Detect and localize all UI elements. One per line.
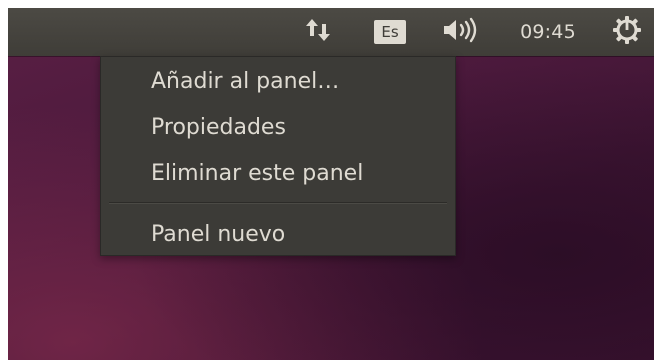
menu-separator bbox=[109, 202, 447, 204]
panel-context-menu: Añadir al panel… Propiedades Eliminar es… bbox=[100, 56, 456, 256]
session-indicator[interactable] bbox=[606, 8, 648, 56]
keyboard-layout-indicator[interactable]: Es bbox=[372, 8, 408, 56]
menu-item-delete-panel[interactable]: Eliminar este panel bbox=[101, 151, 455, 195]
sound-indicator[interactable] bbox=[436, 8, 486, 56]
menu-item-properties[interactable]: Propiedades bbox=[101, 105, 455, 149]
network-indicator[interactable] bbox=[298, 8, 338, 56]
network-updown-icon bbox=[304, 16, 332, 48]
clock-time: 09:45 bbox=[520, 21, 576, 43]
clock-indicator[interactable]: 09:45 bbox=[506, 8, 590, 56]
power-gear-icon bbox=[612, 15, 642, 49]
top-panel[interactable]: Es 09:45 bbox=[8, 8, 654, 56]
menu-item-add-to-panel[interactable]: Añadir al panel… bbox=[101, 59, 455, 103]
volume-icon bbox=[440, 16, 482, 48]
menu-item-new-panel[interactable]: Panel nuevo bbox=[101, 212, 455, 256]
desktop: Es 09:45 Añadir al panel… Propiedades El… bbox=[8, 8, 654, 360]
keyboard-layout-badge: Es bbox=[374, 20, 406, 44]
